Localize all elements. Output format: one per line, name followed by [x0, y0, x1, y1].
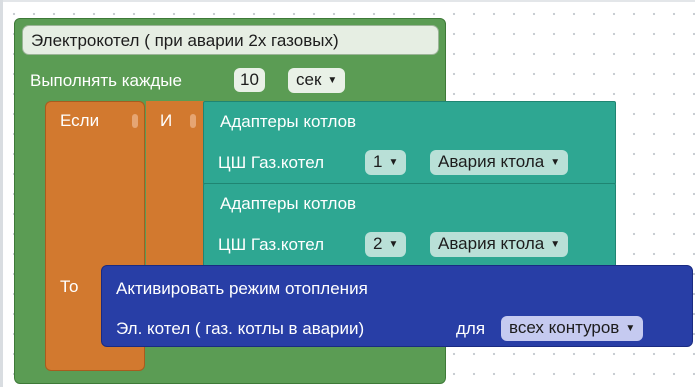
action-for-label: для — [456, 319, 486, 338]
action-scope-dropdown[interactable]: всех контуров ▼ — [501, 316, 644, 341]
and-block[interactable] — [146, 101, 208, 267]
repeat-unit-dropdown[interactable]: сек ▼ — [288, 68, 346, 93]
chevron-down-icon: ▼ — [625, 323, 636, 334]
chevron-down-icon: ▼ — [550, 239, 561, 250]
condition-2-state-value: Авария ктола — [438, 234, 545, 253]
condition-1-state-dropdown[interactable]: Авария ктола ▼ — [430, 150, 569, 175]
chevron-down-icon: ▼ — [388, 157, 399, 168]
condition-1-device-label: ЦШ Газ.котел — [218, 153, 325, 172]
condition-2-device-dropdown[interactable]: 2 ▼ — [365, 232, 407, 257]
action-title: Активировать режим отопления — [116, 279, 368, 298]
event-title-field[interactable]: Электрокотел ( при аварии 2х газовых) — [22, 25, 439, 55]
chevron-down-icon: ▼ — [388, 239, 399, 250]
and-input-connector — [190, 114, 196, 128]
if-label: Если — [60, 111, 100, 130]
repeat-interval-input[interactable]: 10 — [234, 68, 265, 92]
if-input-connector — [132, 114, 138, 128]
event-title-text: Электрокотел ( при аварии 2х газовых) — [31, 31, 339, 50]
condition-1-state-value: Авария ктола — [438, 152, 545, 171]
condition-2-device-value: 2 — [373, 234, 383, 253]
repeat-unit-value: сек — [296, 70, 322, 89]
action-scope-value: всех контуров — [509, 318, 620, 337]
condition-1-device-dropdown[interactable]: 1 ▼ — [365, 150, 407, 175]
action-target-label: Эл. котел ( газ. котлы в аварии) — [116, 319, 365, 338]
condition-1-title: Адаптеры котлов — [220, 112, 357, 131]
condition-2-title: Адаптеры котлов — [220, 194, 357, 213]
workspace-left-border — [0, 0, 3, 387]
and-label: И — [160, 111, 173, 130]
repeat-label: Выполнять каждые — [30, 71, 182, 90]
condition-2-state-dropdown[interactable]: Авария ктола ▼ — [430, 232, 569, 257]
chevron-down-icon: ▼ — [327, 75, 338, 86]
condition-1-device-value: 1 — [373, 152, 383, 171]
condition-2-device-label: ЦШ Газ.котел — [218, 235, 325, 254]
chevron-down-icon: ▼ — [550, 157, 561, 168]
then-label: То — [60, 277, 79, 296]
workspace-top-border — [0, 0, 695, 2]
